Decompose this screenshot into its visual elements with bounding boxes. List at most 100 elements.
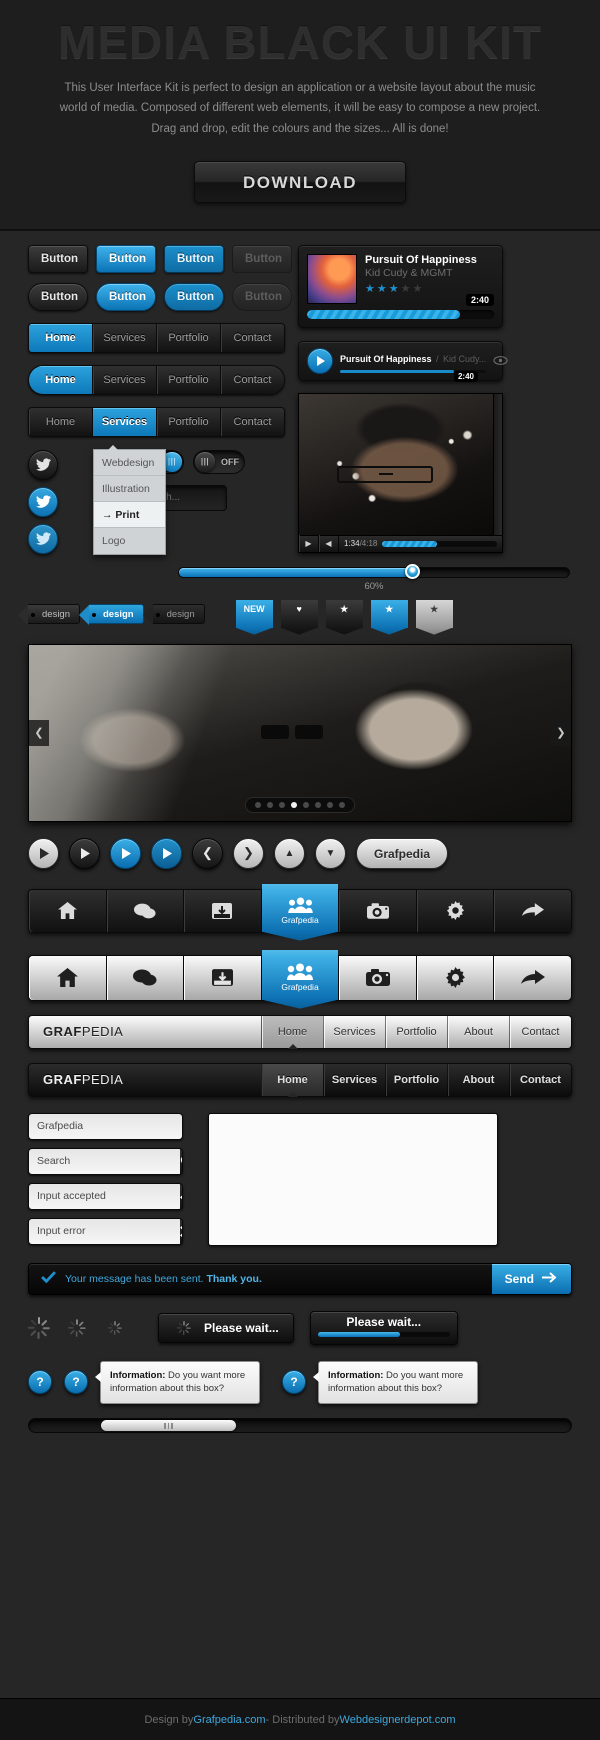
star-filled[interactable]: ★ (365, 283, 377, 295)
site-nav-dark-contact[interactable]: Contact (509, 1063, 571, 1096)
ribbon-star-dark[interactable]: ★ (325, 599, 363, 628)
play-button-grey[interactable] (28, 837, 59, 869)
nav-rounded-item-services[interactable]: Services (93, 365, 157, 394)
nav-dd-item-contact[interactable]: Contact (221, 407, 284, 436)
site-logo-light[interactable]: GRAF PEDIA (29, 1016, 261, 1048)
next-button[interactable]: ❯ (233, 837, 264, 869)
nav-item-portfolio[interactable]: Portfolio (157, 323, 221, 352)
nav-dd-item-services[interactable]: Services (93, 407, 157, 436)
prev-button[interactable]: ❮ (192, 837, 223, 869)
nav-item-home[interactable]: Home (29, 323, 93, 352)
tag-dark[interactable]: design (18, 603, 80, 625)
nav-rounded-item-home[interactable]: Home (29, 365, 93, 394)
dropdown-item-illustration[interactable]: Illustration (94, 476, 165, 502)
site-nav-dark-services[interactable]: Services (323, 1063, 385, 1096)
nav-rounded-item-portfolio[interactable]: Portfolio (157, 365, 221, 394)
icon-bar-users-active[interactable]: Grafpedia (261, 883, 340, 932)
site-nav-dark-home[interactable]: Home (261, 1063, 323, 1097)
toggle-knob-off[interactable]: ||| (195, 451, 215, 472)
site-logo-dark[interactable]: GRAF PEDIA (29, 1064, 261, 1096)
site-nav-light-contact[interactable]: Contact (509, 1015, 571, 1048)
nav-item-services[interactable]: Services (93, 323, 157, 352)
footer-link-grafpedia[interactable]: Grafpedia.com (193, 1714, 265, 1726)
ribbon-star-blue[interactable]: ★ (370, 599, 408, 628)
music-progress-bar[interactable] (307, 309, 494, 319)
rating-stars[interactable]: ★★★★★ (365, 282, 494, 295)
slideshow-dot[interactable] (267, 801, 273, 808)
volume-icon[interactable]: ◀ (319, 535, 339, 552)
twitter-icon-blue[interactable] (28, 486, 58, 517)
please-wait-button[interactable]: Please wait... (158, 1312, 294, 1343)
site-nav-light-portfolio[interactable]: Portfolio (385, 1015, 447, 1048)
video-progress-bar[interactable] (382, 540, 497, 547)
icon-bar-light-camera[interactable] (339, 955, 417, 1000)
icon-bar-inbox[interactable] (184, 889, 262, 932)
tag-dark-alt[interactable]: design (142, 603, 205, 625)
twitter-icon-blue-dark[interactable] (28, 523, 58, 554)
button-square-dark[interactable]: Button (28, 244, 88, 273)
button-square-blue[interactable]: Button (96, 244, 156, 273)
range-slider-track[interactable] (178, 566, 570, 578)
nav-rounded-item-contact[interactable]: Contact (221, 365, 284, 394)
button-round-blue-flat[interactable]: Button (164, 282, 224, 311)
star-empty[interactable]: ★ (401, 283, 413, 295)
dropdown-item-print[interactable]: → Print (94, 501, 165, 528)
icon-bar-share[interactable] (494, 889, 572, 932)
twitter-icon-dark[interactable] (28, 449, 58, 480)
toggle-off[interactable]: ||| OFF (193, 449, 245, 474)
slideshow-dot[interactable] (339, 801, 345, 808)
icon-bar-light-users-active[interactable]: Grafpedia (261, 949, 340, 1000)
site-nav-dark-portfolio[interactable]: Portfolio (385, 1063, 447, 1096)
site-nav-light-services[interactable]: Services (323, 1015, 385, 1048)
icon-bar-light-settings[interactable] (416, 955, 495, 1000)
star-filled[interactable]: ★ (377, 283, 389, 295)
slideshow-dot[interactable] (255, 801, 261, 808)
text-input[interactable] (29, 1113, 182, 1139)
brand-pill-button[interactable]: Grafpedia (356, 837, 449, 869)
icon-bar-settings[interactable] (416, 889, 495, 932)
nav-dd-item-portfolio[interactable]: Portfolio (157, 407, 221, 436)
tag-blue[interactable]: design (79, 603, 144, 625)
send-button[interactable]: Send (491, 1263, 571, 1294)
scrollbar-thumb[interactable] (101, 1420, 236, 1432)
down-button[interactable]: ▼ (315, 837, 346, 869)
nav-item-contact[interactable]: Contact (221, 323, 284, 352)
up-button[interactable]: ▲ (274, 837, 305, 869)
dropdown-item-webdesign[interactable]: Webdesign (94, 450, 165, 476)
ribbon-star-grey[interactable]: ★ (415, 599, 453, 628)
nav-dd-item-home[interactable]: Home (29, 407, 93, 436)
icon-bar-camera[interactable] (339, 889, 417, 932)
help-icon-2[interactable]: ? (64, 1370, 88, 1395)
search-input[interactable] (29, 1148, 180, 1174)
video-scrollbar[interactable] (493, 393, 502, 535)
footer-link-wdd[interactable]: Webdesignerdepot.com (340, 1714, 456, 1726)
button-round-blue[interactable]: Button (96, 282, 156, 311)
accepted-input[interactable] (29, 1183, 180, 1209)
site-nav-light-home[interactable]: Home (261, 1015, 323, 1049)
play-icon[interactable] (307, 347, 333, 374)
download-button[interactable]: DOWNLOAD (194, 160, 406, 203)
button-square-blue-flat[interactable]: Button (164, 244, 224, 273)
search-icon[interactable] (180, 1148, 182, 1174)
play-button-dark[interactable] (69, 837, 100, 869)
star-empty[interactable]: ★ (413, 283, 425, 295)
site-nav-light-about[interactable]: About (447, 1015, 509, 1048)
ribbon-heart[interactable]: ♥ (280, 599, 318, 628)
slideshow-next-button[interactable]: ❯ (551, 719, 571, 746)
slideshow-dot[interactable] (315, 801, 321, 808)
button-round-dark[interactable]: Button (28, 282, 88, 311)
slideshow-dot[interactable] (327, 801, 333, 808)
icon-bar-light-comments[interactable] (106, 955, 185, 1000)
slideshow-dot[interactable] (303, 801, 309, 808)
play-button-blue[interactable] (110, 837, 141, 869)
slideshow-dot[interactable] (279, 801, 285, 808)
help-icon-1[interactable]: ? (28, 1370, 52, 1395)
play-button-blue-dark[interactable] (151, 837, 182, 869)
star-filled[interactable]: ★ (389, 283, 401, 295)
icon-bar-comments[interactable] (106, 889, 185, 932)
dropdown-item-logo[interactable]: Logo (94, 528, 165, 554)
icon-bar-light-inbox[interactable] (184, 955, 262, 1000)
icon-bar-light-home[interactable] (29, 955, 107, 1000)
range-slider-knob[interactable] (405, 563, 421, 579)
horizontal-scrollbar[interactable] (28, 1418, 572, 1434)
